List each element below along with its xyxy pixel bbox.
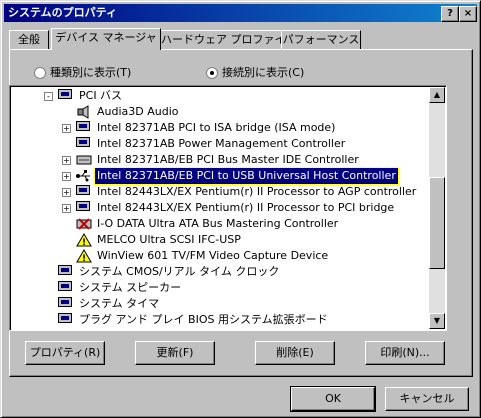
tree-row[interactable]: システム スピーカー (10, 280, 430, 296)
scroll-down-button[interactable]: ▼ (429, 313, 445, 329)
device-tree[interactable]: - PCI バス Audia3D Audio + Intel 82371AB PCI t… (9, 85, 447, 331)
tree-row[interactable]: + Intel 82443LX/EX Pentium(r) II Processo… (10, 184, 430, 200)
tab-performance[interactable]: パフォーマンス (281, 30, 361, 49)
scroll-thumb[interactable] (429, 177, 445, 269)
computer-icon (58, 281, 74, 295)
computer-icon (76, 137, 92, 151)
tree-row-label: Audia3D Audio (97, 105, 179, 118)
computer-icon (76, 121, 92, 135)
computer-icon (58, 313, 74, 327)
collapse-icon[interactable]: - (44, 92, 53, 101)
tree-row[interactable]: I-O DATA Ultra ATA Bus Mastering Control… (10, 216, 430, 232)
tree-row[interactable]: ! WinView 601 TV/FM Video Capture Device (10, 248, 430, 264)
tree-row-label: WinView 601 TV/FM Video Capture Device (97, 249, 329, 262)
svg-text:!: ! (82, 254, 86, 263)
radio-by-type[interactable]: 種類別に表示(T) (34, 66, 131, 80)
warning-scsi-icon: ! (76, 233, 92, 248)
refresh-button[interactable]: 更新(F) (135, 341, 215, 365)
tree-row-label: Intel 82371AB/EB PCI Bus Master IDE Cont… (97, 153, 359, 166)
tree-row[interactable]: プラグ アンド プレイ BIOS 用システム拡張ボード (10, 312, 430, 328)
remove-button[interactable]: 削除(E) (255, 341, 335, 365)
close-button[interactable]: × (459, 6, 477, 22)
radio-by-connection[interactable]: 接続別に表示(C) (206, 66, 304, 80)
radio-by-type-label: 種類別に表示(T) (50, 66, 132, 79)
speaker-icon (76, 105, 92, 119)
radio-by-connection-indicator (206, 67, 218, 79)
expand-icon[interactable]: + (62, 188, 71, 197)
tree-row-label: システム CMOS/リアル タイム クロック (79, 265, 280, 278)
disk-controller-icon (76, 153, 92, 167)
title-bar[interactable]: システムのプロパティ ? × (4, 4, 477, 22)
tree-row-label: Intel 82443LX/EX Pentium(r) II Processor… (97, 201, 395, 214)
usb-icon (76, 169, 92, 183)
system-properties-window: システムのプロパティ ? × 全般 デバイス マネージャ ハードウェア プロファ… (0, 0, 481, 418)
properties-button[interactable]: プロパティ(R) (25, 341, 105, 365)
expand-icon[interactable]: + (62, 156, 71, 165)
computer-icon (76, 185, 92, 199)
tree-row-label: プラグ アンド プレイ BIOS 用システム拡張ボード (79, 313, 328, 326)
tree-row[interactable]: システム CMOS/リアル タイム クロック (10, 264, 430, 280)
window-title: システムのプロパティ (8, 6, 118, 19)
computer-icon (76, 201, 92, 215)
tree-row-label: システム スピーカー (79, 281, 182, 294)
tree-row-label: Intel 82371AB PCI to ISA bridge (ISA mod… (97, 121, 336, 134)
tree-row-label: Intel 82371AB/EB PCI to USB Universal Ho… (94, 167, 399, 185)
expand-icon[interactable]: + (62, 172, 71, 181)
tree-row-label: MELCO Ultra SCSI IFC-USP (97, 233, 241, 246)
cancel-button[interactable]: キャンセル (385, 387, 469, 411)
tree-row[interactable]: システム タイマ (10, 296, 430, 312)
expand-icon[interactable]: + (62, 204, 71, 213)
disabled-controller-icon (76, 217, 92, 231)
ok-button[interactable]: OK (290, 386, 376, 412)
tree-row[interactable]: + Intel 82443LX/EX Pentium(r) II Processo… (10, 200, 430, 216)
tab-hardware-profiles[interactable]: ハードウェア プロファイル (160, 30, 297, 49)
svg-text:!: ! (82, 238, 86, 247)
tree-row[interactable]: + Intel 82371AB/EB PCI to USB Universal H… (10, 167, 430, 185)
tree-row-label: I-O DATA Ultra ATA Bus Mastering Control… (97, 217, 339, 230)
tree-row-label: Intel 82443LX/EX Pentium(r) II Processor… (97, 185, 417, 198)
help-button[interactable]: ? (441, 6, 459, 22)
tree-row[interactable]: Intel 82371AB Power Management Controlle… (10, 136, 430, 152)
tree-row-label: システム タイマ (79, 297, 160, 310)
tree-row[interactable]: + Intel 82371AB PCI to ISA bridge (ISA mo… (10, 120, 430, 136)
radio-by-type-indicator (34, 67, 46, 79)
pci-bus-icon (58, 89, 74, 103)
tab-general[interactable]: 全般 (9, 30, 49, 49)
scroll-up-button[interactable]: ▲ (429, 87, 445, 103)
vertical-scrollbar[interactable]: ▲ ▼ (429, 87, 445, 329)
tree-row[interactable]: ! MELCO Ultra SCSI IFC-USP (10, 232, 430, 248)
warning-video-icon: ! (76, 249, 92, 264)
tab-device-manager[interactable]: デバイス マネージャ (51, 28, 161, 50)
radio-by-connection-label: 接続別に表示(C) (222, 66, 305, 79)
computer-icon (58, 265, 74, 279)
expand-icon[interactable]: + (62, 124, 71, 133)
tree-row-label: PCI バス (79, 89, 123, 102)
tree-row-label: Intel 82371AB Power Management Controlle… (97, 137, 346, 150)
tree-row[interactable]: + Intel 82371AB/EB PCI Bus Master IDE Con… (10, 152, 430, 168)
tree-row[interactable]: Audia3D Audio (10, 104, 430, 120)
print-button[interactable]: 印刷(N)... (365, 341, 445, 365)
computer-icon (58, 297, 74, 311)
tree-row[interactable]: - PCI バス (10, 88, 430, 104)
